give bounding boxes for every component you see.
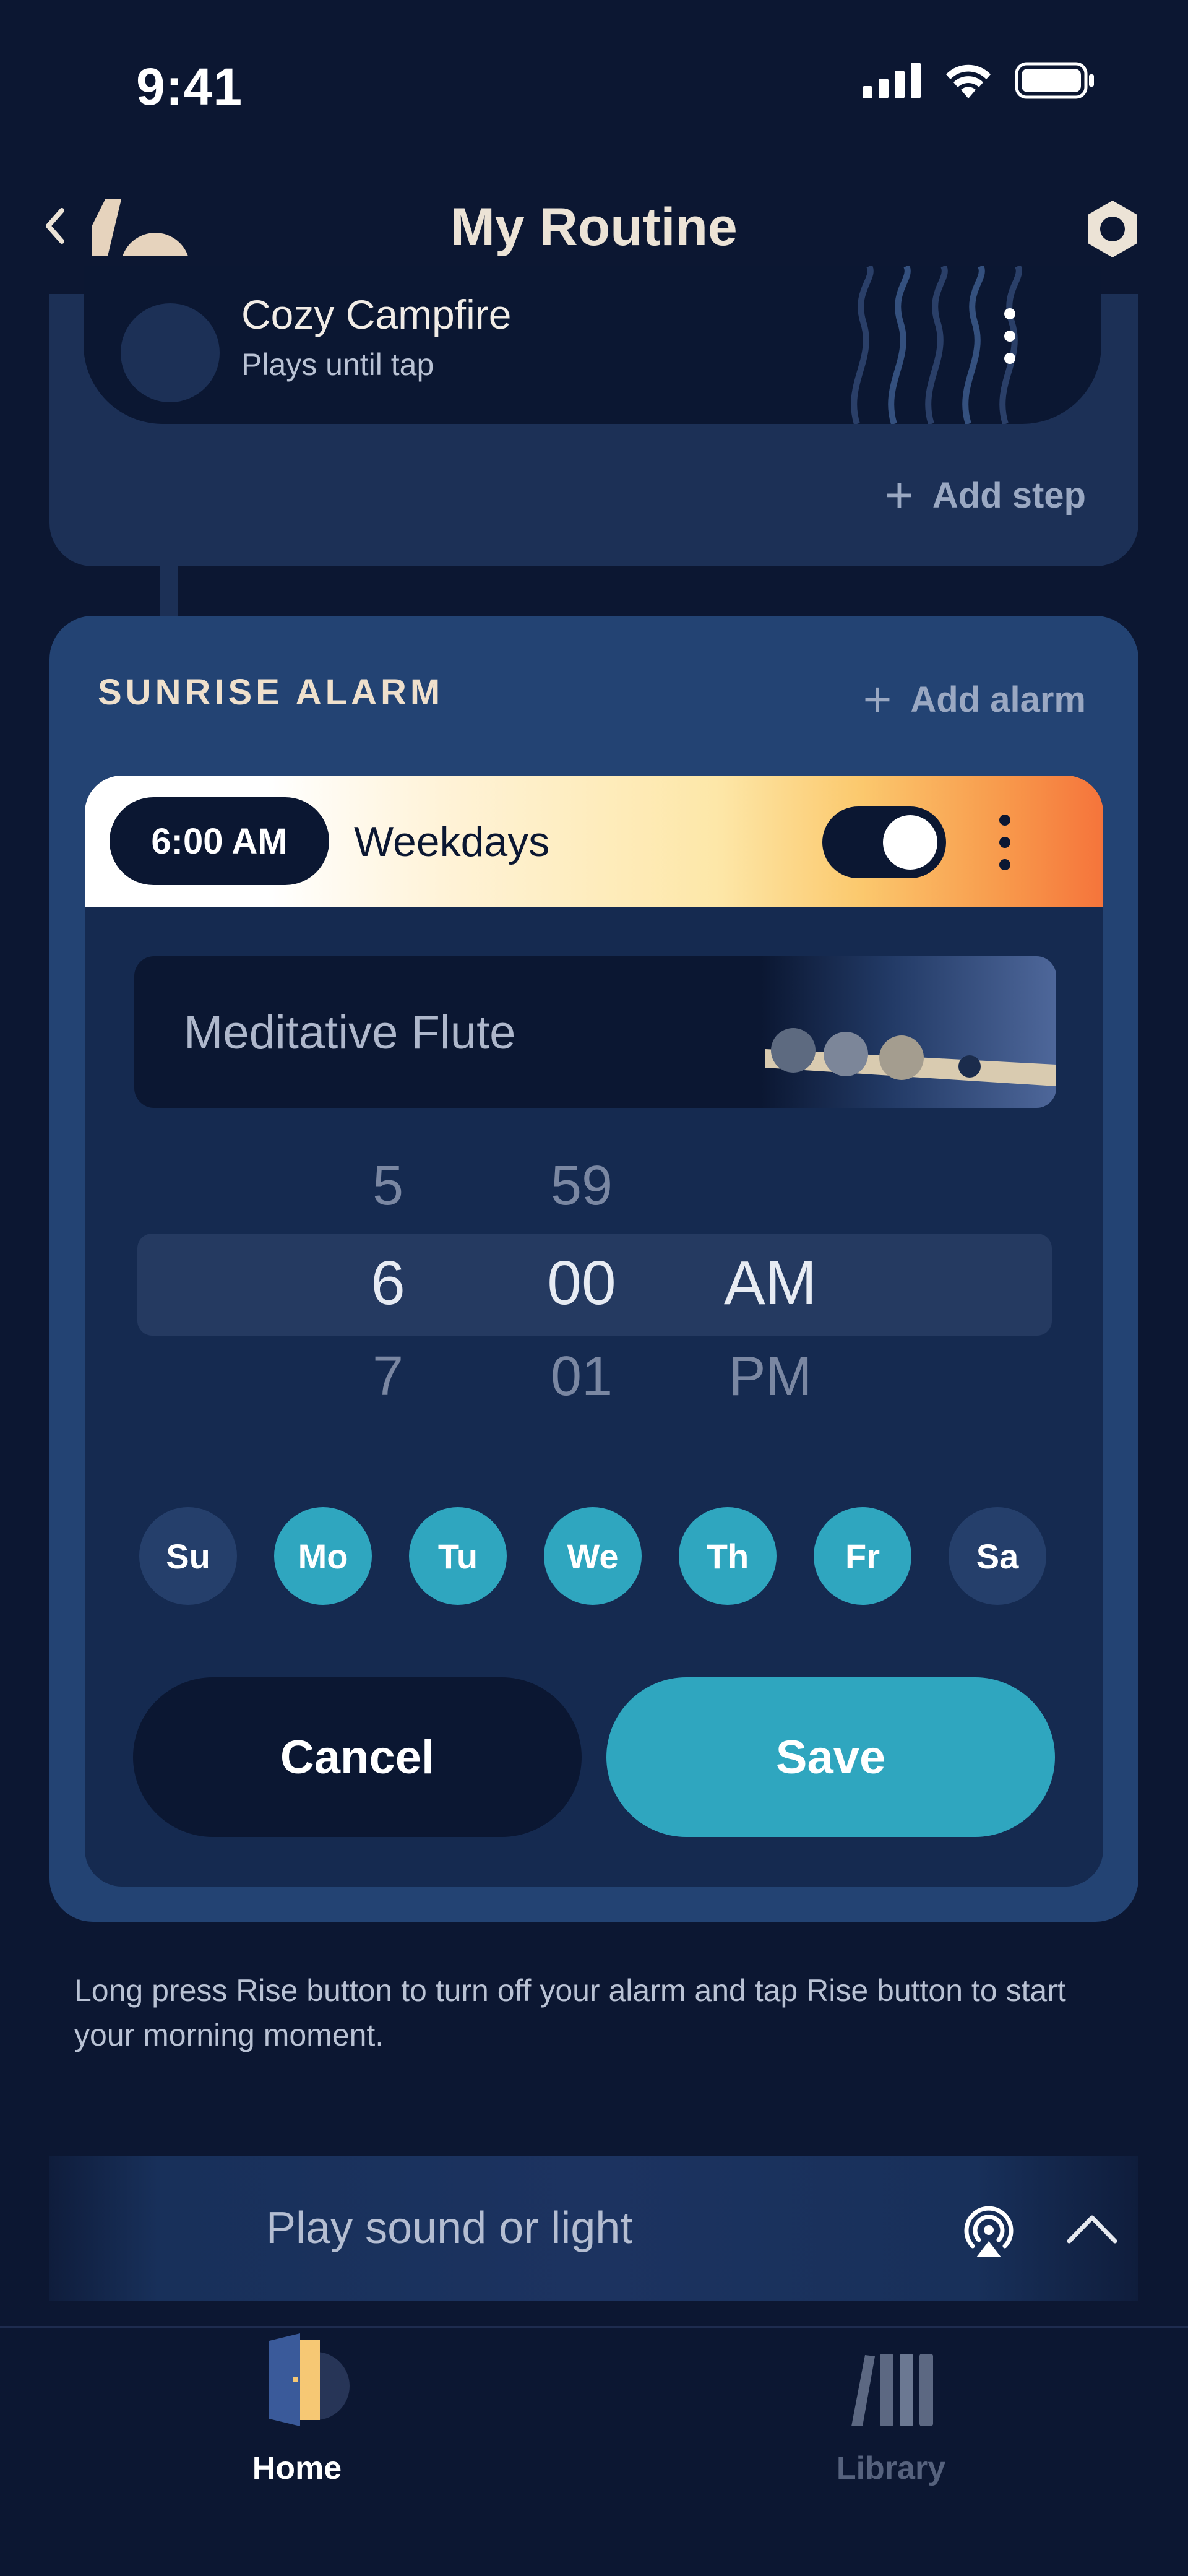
cancel-button[interactable]: Cancel (133, 1677, 582, 1837)
step-title: Cozy Campfire (241, 292, 512, 337)
day-toggle-th[interactable]: Th (679, 1507, 777, 1605)
toggle-knob (883, 815, 937, 870)
tab-library-label: Library (836, 2450, 946, 2486)
alarm-more-button[interactable] (999, 815, 1011, 870)
day-toggle-tu[interactable]: Tu (409, 1507, 507, 1605)
hexagon-settings-icon (1088, 201, 1137, 257)
hour-option-next[interactable]: 7 (308, 1345, 468, 1409)
day-toggle-we[interactable]: We (544, 1507, 642, 1605)
door-icon (269, 2333, 350, 2426)
alarm-enabled-toggle[interactable] (822, 806, 946, 878)
save-button[interactable]: Save (606, 1677, 1055, 1837)
flute-artwork (765, 1028, 1056, 1086)
add-alarm-label: Add alarm (910, 679, 1086, 720)
day-toggle-su[interactable]: Su (139, 1507, 237, 1605)
player-label: Play sound or light (266, 2203, 633, 2253)
tab-library[interactable]: Library (798, 2333, 984, 2494)
period-option-selected[interactable]: AM (690, 1248, 851, 1319)
books-icon (851, 2354, 933, 2426)
status-icons (863, 62, 1095, 99)
plus-icon: + (885, 467, 914, 522)
hour-option-prev[interactable]: 5 (308, 1154, 468, 1218)
section-label: SUNRISE ALARM (98, 672, 444, 712)
plus-icon: + (863, 672, 892, 727)
add-step-label: Add step (932, 475, 1086, 516)
tab-home[interactable]: Home (204, 2333, 390, 2494)
status-time: 9:41 (136, 58, 243, 116)
alarm-help-text: Long press Rise button to turn off your … (74, 1973, 1066, 2052)
alarm-repeat-label: Weekdays (354, 818, 550, 865)
wifi-icon (946, 64, 991, 98)
page-title: My Routine (450, 197, 738, 257)
chevron-up-icon[interactable] (1064, 2211, 1120, 2246)
step-connector (160, 566, 178, 616)
day-toggle-fr[interactable]: Fr (814, 1507, 911, 1605)
battery-icon (1015, 62, 1094, 99)
step-more-button[interactable] (1004, 308, 1016, 364)
step-thumbnail (121, 303, 220, 402)
day-toggle-mo[interactable]: Mo (274, 1507, 372, 1605)
alarm-time-badge[interactable]: 6:00 AM (110, 797, 329, 885)
step-item-cozy-campfire[interactable]: Cozy Campfire Plays until tap (84, 266, 1101, 424)
minute-option-selected[interactable]: 00 (501, 1248, 662, 1319)
minute-option-prev[interactable]: 59 (501, 1154, 662, 1218)
player-bar[interactable]: Play sound or light (50, 2156, 1138, 2301)
tab-bar-divider (0, 2326, 1188, 2328)
day-toggle-sa[interactable]: Sa (949, 1507, 1046, 1605)
tab-home-label: Home (252, 2450, 342, 2486)
campfire-artwork (851, 266, 1022, 424)
add-alarm-button[interactable]: + Add alarm (863, 675, 1086, 724)
alarm-editor: 6:00 AM Weekdays Meditative Flute 5 6 7 … (85, 776, 1103, 1887)
alarm-sound-label: Meditative Flute (184, 1006, 516, 1059)
alarm-sound-selector[interactable]: Meditative Flute (134, 956, 1056, 1108)
cellular-signal-icon (863, 63, 921, 98)
hour-option-selected[interactable]: 6 (308, 1248, 468, 1319)
alarm-header[interactable]: 6:00 AM Weekdays (85, 776, 1103, 907)
minute-option-next[interactable]: 01 (501, 1345, 662, 1409)
add-step-button[interactable]: + Add step (885, 470, 1086, 520)
settings-button[interactable] (1082, 198, 1143, 263)
period-option-next[interactable]: PM (690, 1345, 851, 1409)
airplay-icon[interactable] (959, 2200, 1018, 2260)
step-subtitle: Plays until tap (241, 347, 434, 382)
